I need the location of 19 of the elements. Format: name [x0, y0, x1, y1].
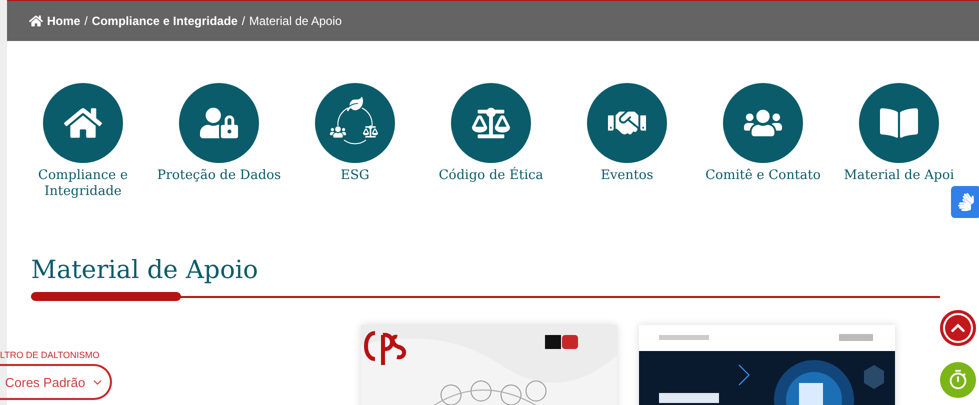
breadcrumb-separator: / — [242, 14, 246, 28]
nav-link[interactable]: Proteção de Dados — [157, 168, 281, 184]
nav-link[interactable]: Comitê e Contato — [705, 168, 821, 184]
breadcrumb-text: Material de Apoio — [249, 14, 342, 28]
breadcrumb-link[interactable]: Compliance e Integridade — [92, 14, 238, 28]
home-icon — [29, 14, 43, 28]
breadcrumb-link[interactable]: Home — [47, 14, 80, 28]
nav-link[interactable]: Material de Apoi — [844, 168, 954, 184]
color-filter-select[interactable]: Cores Padrão — [0, 364, 112, 400]
page-title: Material de Apoio — [31, 255, 260, 284]
nav-link[interactable]: ESG — [340, 168, 370, 184]
nav-link[interactable]: Eventos — [600, 168, 654, 184]
sign-language-button[interactable] — [951, 186, 979, 218]
nav-link[interactable]: Código de Ética — [438, 168, 544, 184]
breadcrumb-separator: / — [84, 14, 88, 28]
timer-icon — [947, 369, 969, 391]
filter-label: LTRO DE DALTONISMO — [0, 350, 101, 360]
nav-link[interactable]: Compliance e Integridade — [38, 168, 128, 200]
sign-language-icon — [957, 193, 975, 211]
